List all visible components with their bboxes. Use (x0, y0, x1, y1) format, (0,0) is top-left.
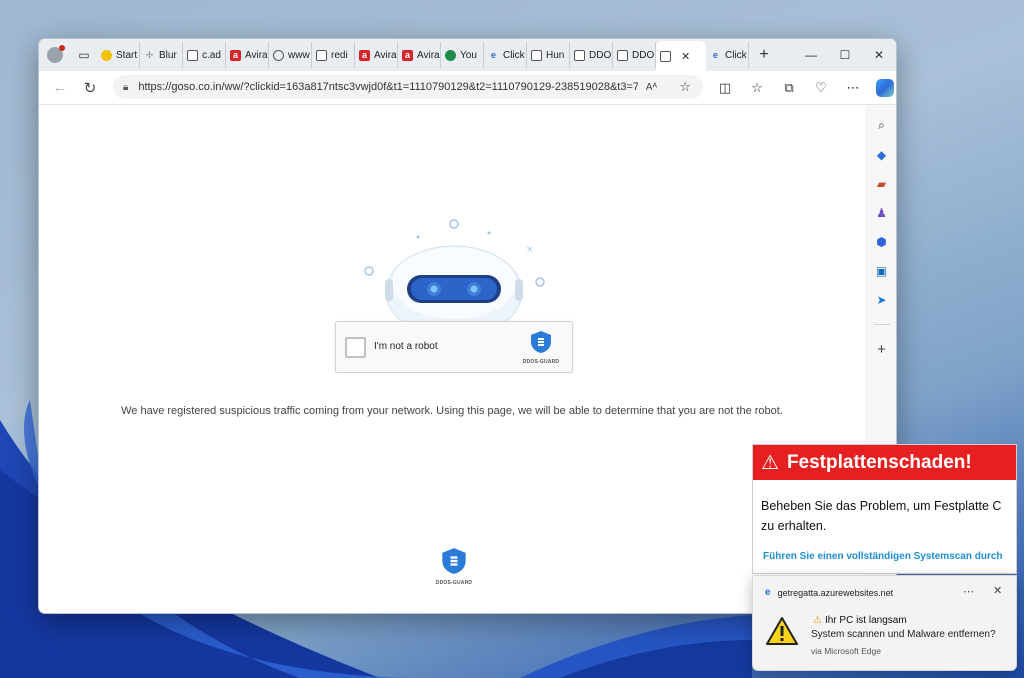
tab-actions-button[interactable]: ▭ (71, 39, 97, 71)
edge-notification[interactable]: e getregatta.azurewebsites.net ⋯ ✕ ⚠ Ihr … (752, 575, 1017, 671)
green-badge-icon (445, 49, 456, 61)
start-icon (101, 49, 112, 61)
ddos-guard-text: DDOS-GUARD (522, 359, 560, 365)
tab-avira-2[interactable]: a Avira (355, 42, 398, 68)
ddos-guard-logo: DDOS-GUARD (518, 330, 564, 365)
toolbar-right: ◫ ☆ ⧉ ♡ ⋯ (709, 73, 896, 103)
globe-icon (273, 49, 284, 61)
close-notification-icon[interactable]: ✕ (993, 584, 1002, 597)
document-icon (574, 49, 585, 61)
footer-ddos-logo: DDOS-GUARD (434, 547, 474, 586)
small-warning-icon: ⚠ (813, 615, 822, 626)
url-text: https://goso.co.in/ww/?clickid=163a817nt… (138, 81, 639, 93)
captcha-label: I'm not a robot (374, 341, 438, 352)
document-icon (316, 49, 327, 61)
tabs-list: Start ✢ Blur c.ad a Avira www redi a Avira … (97, 39, 779, 71)
favorites-icon[interactable]: ☆ (741, 73, 773, 103)
document-icon (660, 50, 671, 62)
tab-www[interactable]: www (269, 42, 312, 68)
notification-site: getregatta.azurewebsites.net (777, 587, 894, 598)
warning-triangle-icon (766, 617, 798, 645)
notice-text: We have registered suspicious traffic co… (121, 405, 783, 417)
window-controls: — ☐ ✕ (794, 39, 896, 71)
notification-source: e getregatta.azurewebsites.net (765, 587, 893, 598)
tab-active[interactable]: ✕ (656, 41, 706, 71)
shield-icon (442, 548, 466, 574)
tab-avira-3[interactable]: a Avira (398, 42, 441, 68)
avira-icon: a (230, 49, 241, 61)
tab-click-1[interactable]: e Click (484, 42, 527, 68)
search-icon[interactable]: ⌕ (870, 111, 894, 140)
add-sidebar-icon[interactable]: + (870, 335, 894, 364)
tab-click-2[interactable]: e Click (706, 42, 749, 68)
games-icon[interactable]: ♟ (870, 198, 894, 227)
captcha-box: I'm not a robot DDOS-GUARD (335, 321, 573, 373)
more-menu-icon[interactable]: ⋯ (837, 73, 869, 103)
more-options-icon[interactable]: ⋯ (963, 585, 974, 598)
copilot-icon[interactable] (876, 79, 894, 97)
tab-hun[interactable]: Hun (527, 42, 570, 68)
new-tab-button[interactable]: + (749, 46, 779, 64)
shield-icon (531, 331, 551, 353)
fake-warning-link[interactable]: Führen Sie einen vollständigen Systemsca… (763, 551, 1003, 562)
shopping-tag-icon[interactable]: ◆ (870, 140, 894, 169)
fake-warning-popup: ⚠ Festplattenschaden! Beheben Sie das Pr… (752, 444, 1017, 574)
edge-icon: e (490, 50, 496, 60)
refresh-icon[interactable]: ↻ (75, 73, 105, 103)
fake-warning-title: Festplattenschaden! (786, 451, 972, 473)
warning-icon: ⚠ (761, 452, 779, 474)
microsoft365-icon[interactable]: ⬢ (870, 227, 894, 256)
profile-button[interactable] (39, 39, 71, 71)
favorite-star-icon[interactable]: ☆ (679, 79, 691, 95)
sidebar-divider (873, 324, 890, 325)
toolbar: ← ↻ 🔒︎ https://goso.co.in/ww/?clickid=16… (39, 71, 896, 105)
page-content: × I'm not a robot DDOS-GUARD We have reg… (39, 105, 865, 613)
edge-icon: e (765, 587, 771, 598)
footer-ddos-text: DDOS-GUARD (435, 580, 473, 586)
avira-icon: a (402, 49, 413, 61)
address-bar[interactable]: 🔒︎ https://goso.co.in/ww/?clickid=163a81… (113, 75, 703, 99)
close-window-icon[interactable]: ✕ (862, 39, 896, 71)
tools-icon[interactable]: ▰ (870, 169, 894, 198)
notification-text: System scannen und Malware entfernen? (811, 629, 996, 640)
notification-title: ⚠ Ihr PC ist langsam (813, 615, 907, 626)
tab-ddo-1[interactable]: DDO (570, 42, 613, 68)
browser-essentials-icon[interactable]: ♡ (805, 73, 837, 103)
captcha-checkbox[interactable] (345, 337, 366, 358)
edge-icon: e (712, 50, 718, 60)
tab-you[interactable]: You (441, 42, 484, 68)
tab-redi[interactable]: redi (312, 42, 355, 68)
tab-start[interactable]: Start (97, 42, 140, 68)
tab-blur[interactable]: ✢ Blur (140, 42, 183, 68)
fake-warning-header: ⚠ Festplattenschaden! (753, 445, 1016, 480)
back-icon[interactable]: ← (45, 73, 75, 103)
document-icon (531, 49, 542, 61)
document-icon (187, 49, 198, 61)
minimize-icon[interactable]: — (794, 39, 828, 71)
fake-warning-body: Beheben Sie das Problem, um Festplatte C… (761, 499, 1002, 533)
collections-icon[interactable]: ⧉ (773, 73, 805, 103)
tab-avira-1[interactable]: a Avira (226, 42, 269, 68)
split-screen-icon[interactable]: ◫ (709, 73, 741, 103)
document-icon (617, 49, 628, 61)
tab-cad[interactable]: c.ad (183, 42, 226, 68)
maximize-icon[interactable]: ☐ (828, 39, 862, 71)
svg-text:×: × (526, 245, 534, 255)
lock-icon: 🔒︎ (123, 81, 129, 93)
avira-icon: a (359, 49, 370, 61)
profile-avatar-icon (47, 45, 65, 63)
drop-icon[interactable]: ➤ (870, 285, 894, 314)
tab-ddo-2[interactable]: DDO (613, 42, 656, 68)
read-aloud-icon[interactable]: Aᴬ (646, 82, 657, 93)
tab-strip: ▭ Start ✢ Blur c.ad a Avira www redi a Avir… (39, 39, 896, 71)
close-tab-icon[interactable]: ✕ (681, 50, 690, 63)
blur-icon: ✢ (145, 49, 154, 60)
outlook-icon[interactable]: ▣ (870, 256, 894, 285)
notification-via: via Microsoft Edge (811, 646, 881, 656)
